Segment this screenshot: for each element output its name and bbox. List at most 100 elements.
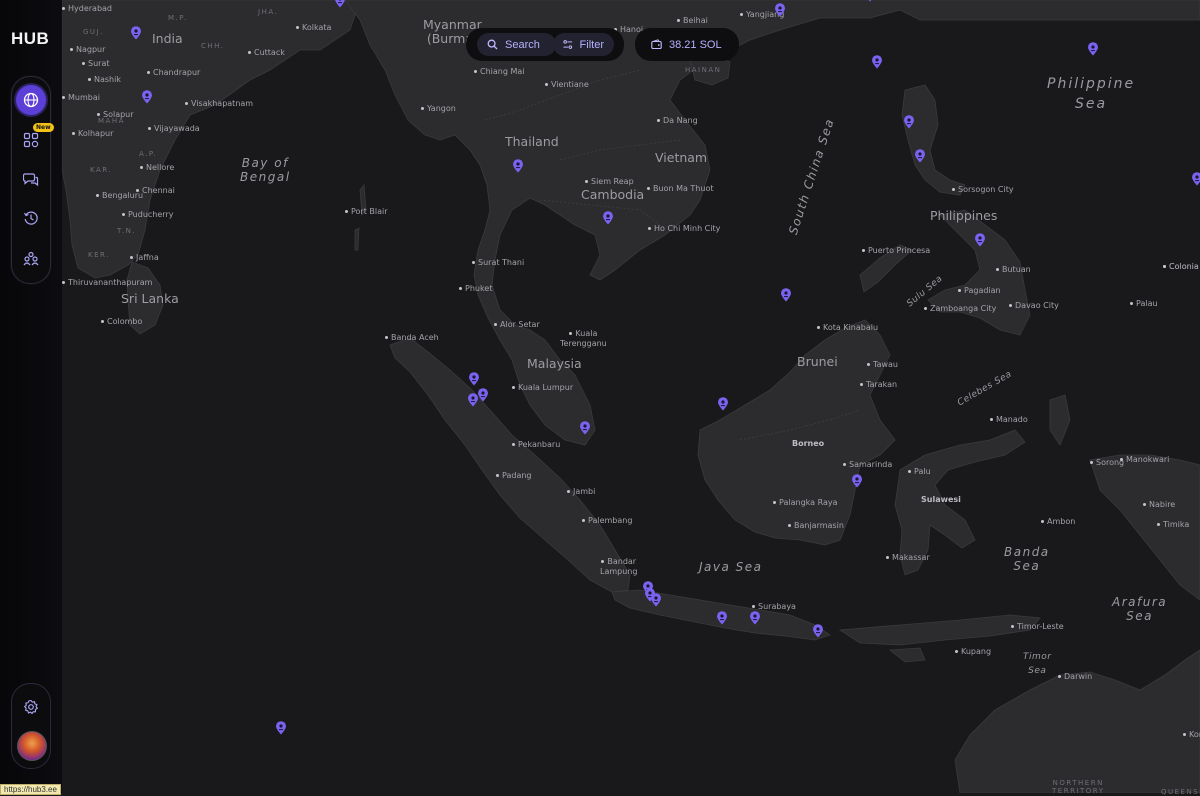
- clock-history-icon: [23, 211, 38, 225]
- nav-chat-button[interactable]: [16, 164, 46, 194]
- map-pin[interactable]: [579, 421, 591, 435]
- map-pin-icon: [750, 611, 760, 625]
- map-pin-icon: [915, 149, 925, 163]
- map-label-ho-chi-minh-city: Ho Chi Minh City: [648, 224, 720, 234]
- filter-button[interactable]: Filter: [553, 33, 614, 56]
- map-label-chh: CHH.: [201, 42, 225, 50]
- map-label-malaysia: Malaysia: [527, 356, 582, 371]
- map-label-banda-aceh: Banda Aceh: [385, 333, 439, 343]
- hub-logo[interactable]: HUB: [11, 28, 51, 48]
- map-label-thailand: Thailand: [505, 134, 559, 149]
- map-pin[interactable]: [717, 397, 729, 411]
- map-label-vijayawada: Vijayawada: [148, 124, 200, 134]
- search-icon: [487, 39, 498, 50]
- map-pin[interactable]: [602, 211, 614, 225]
- new-badge: New: [33, 123, 54, 132]
- wallet-icon: [651, 39, 662, 50]
- map-pin-icon: [276, 721, 286, 735]
- wallet-button[interactable]: 38.21 SOL: [643, 33, 731, 56]
- map-pin[interactable]: [749, 611, 761, 625]
- map-label-darwin: Darwin: [1058, 672, 1092, 682]
- hub-logo-text: HUB: [11, 29, 49, 48]
- map-label-surat-thani: Surat Thani: [472, 258, 524, 268]
- wallet-balance: 38.21 SOL: [635, 28, 739, 61]
- map-label-butuan: Butuan: [996, 265, 1031, 275]
- map-label-colombo: Colombo: [101, 317, 142, 327]
- map-label-visakhapatnam: Visakhapatnam: [185, 99, 253, 109]
- map-pin[interactable]: [468, 372, 480, 386]
- map-label-banjarmasin: Banjarmasin: [788, 521, 844, 531]
- sidebar-bottom: [11, 683, 51, 769]
- map-label-nabire: Nabire: [1143, 500, 1175, 510]
- map-pin[interactable]: [871, 55, 883, 69]
- map-label-makassar: Makassar: [886, 553, 930, 563]
- map-pin-icon: [513, 159, 523, 173]
- map-pin[interactable]: [812, 624, 824, 638]
- map-label-thiruvananthapuram: Thiruvananthapuram: [62, 278, 152, 288]
- map-pin[interactable]: [1191, 172, 1200, 186]
- map-pin[interactable]: [851, 474, 863, 488]
- map-pin-icon: [469, 372, 479, 386]
- map-label-borneo: Borneo: [792, 439, 825, 448]
- gear-icon: [24, 699, 38, 715]
- map-label-manado: Manado: [990, 415, 1028, 425]
- map-label-siem-reap: Siem Reap: [585, 177, 634, 187]
- map-label-padang: Padang: [496, 471, 532, 481]
- nav-history-button[interactable]: [16, 203, 46, 233]
- map-pin[interactable]: [130, 26, 142, 40]
- map-label-puerto-princesa: Puerto Princesa: [862, 246, 930, 256]
- map-pin[interactable]: [275, 721, 287, 735]
- map-pin-icon: [813, 624, 823, 638]
- search-filter-bar: Search Filter: [466, 28, 624, 61]
- map-canvas[interactable]: India Myanmar (Burma) Thailand Vietnam Cambod…: [0, 0, 1200, 796]
- map-label-davao-city: Davao City: [1009, 301, 1059, 311]
- nav-map-button[interactable]: [16, 85, 46, 115]
- map-pin-icon: [580, 421, 590, 435]
- map-pin[interactable]: [914, 149, 926, 163]
- map-label-kuala-lumpur: Kuala Lumpur: [512, 383, 573, 393]
- map-label-nellore: Nellore: [140, 163, 174, 173]
- map-label-palembang: Palembang: [582, 516, 632, 526]
- map-pin[interactable]: [650, 593, 662, 607]
- map-label-kupang: Kupang: [955, 647, 991, 657]
- map-pin[interactable]: [903, 115, 915, 129]
- map-label-banda: Banda Sea: [1004, 545, 1050, 573]
- search-label: Search: [505, 38, 540, 51]
- settings-button[interactable]: [16, 692, 46, 722]
- map-label-mumbai: Mumbai: [62, 93, 100, 103]
- map-pin-icon: [603, 211, 613, 225]
- map-pin[interactable]: [780, 288, 792, 302]
- map-label-pekanbaru: Pekanbaru: [512, 440, 560, 450]
- map-label-kolhapur: Kolhapur: [72, 129, 113, 139]
- map-label-bengaluru: Bengaluru: [96, 191, 143, 201]
- wallet-balance-label: 38.21 SOL: [669, 38, 722, 51]
- map-label-queensland: QUEENSLAND: [1161, 788, 1200, 796]
- map-pin-icon: [717, 611, 727, 625]
- map-label-jha: JHA.: [258, 8, 279, 16]
- nav-community-button[interactable]: [16, 243, 46, 273]
- map-pin-icon: [781, 288, 791, 302]
- search-button[interactable]: Search: [477, 33, 556, 56]
- map-pin[interactable]: [1087, 42, 1099, 56]
- map-label-philippines: Philippines: [930, 208, 998, 223]
- map-pin[interactable]: [334, 0, 346, 8]
- map-label-ambon: Ambon: [1041, 517, 1075, 527]
- map-label-bandar: Bandar Lampung: [600, 557, 638, 576]
- map-pin-icon: [1088, 42, 1098, 56]
- map-pin[interactable]: [974, 233, 986, 247]
- map-label-m-p: M.P.: [168, 14, 188, 22]
- map-label-kota-kinabalu: Kota Kinabalu: [817, 323, 878, 333]
- map-pin[interactable]: [716, 611, 728, 625]
- globe-icon: [23, 92, 39, 108]
- map-pin[interactable]: [141, 90, 153, 104]
- map-pin[interactable]: [774, 3, 786, 17]
- map-label-beihai: Beihai: [677, 16, 708, 26]
- map-pin[interactable]: [467, 393, 479, 407]
- user-avatar[interactable]: [17, 731, 47, 761]
- map-label-puducherry: Puducherry: [122, 210, 173, 220]
- map-pin[interactable]: [864, 0, 876, 2]
- map-label-vietnam: Vietnam: [655, 150, 708, 165]
- map-pin[interactable]: [512, 159, 524, 173]
- sidebar-nav: New: [11, 76, 54, 284]
- map-label-timor-leste: Timor-Leste: [1011, 622, 1064, 632]
